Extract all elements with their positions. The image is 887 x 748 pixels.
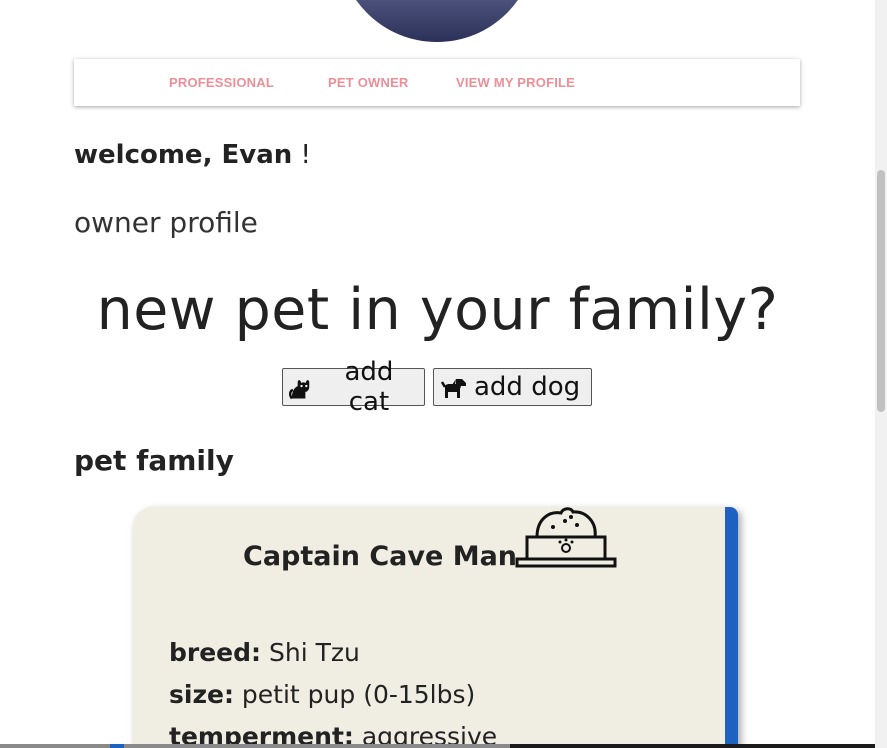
breed-value: Shi Tzu bbox=[261, 638, 360, 667]
add-dog-label: add dog bbox=[474, 372, 581, 402]
owner-profile-label: owner profile bbox=[74, 206, 258, 239]
welcome-message: welcome, Evan ! bbox=[74, 140, 311, 170]
pet-size-field: size: petit pup (0-15lbs) bbox=[169, 680, 475, 709]
taskbar-segment bbox=[0, 744, 510, 748]
pet-breed-field: breed: Shi Tzu bbox=[169, 638, 360, 667]
welcome-text: welcome, Evan bbox=[74, 140, 293, 170]
add-cat-label: add cat bbox=[344, 357, 394, 417]
nav-link-view-my-profile[interactable]: VIEW MY PROFILE bbox=[456, 75, 575, 90]
add-cat-button[interactable]: add cat bbox=[282, 357, 425, 417]
pet-family-heading: pet family bbox=[74, 444, 234, 477]
pet-name: Captain Cave Man bbox=[243, 541, 518, 572]
pet-bowl-icon bbox=[515, 507, 617, 568]
cat-icon bbox=[289, 380, 310, 400]
taskbar-active-indicator bbox=[110, 744, 124, 748]
page: PROFESSIONAL PET OWNER VIEW MY PROFILE w… bbox=[0, 0, 875, 748]
page-headline: new pet in your family? bbox=[96, 277, 779, 343]
size-label: size: bbox=[169, 680, 234, 709]
size-value: petit pup (0-15lbs) bbox=[233, 680, 476, 709]
nav-link-professional[interactable]: PROFESSIONAL bbox=[169, 75, 274, 90]
main-navbar: PROFESSIONAL PET OWNER VIEW MY PROFILE bbox=[74, 59, 800, 106]
scrollbar-thumb[interactable] bbox=[877, 170, 885, 412]
vertical-scrollbar[interactable] bbox=[875, 0, 887, 748]
dog-icon bbox=[440, 379, 466, 398]
taskbar-strip bbox=[0, 744, 875, 748]
add-dog-button[interactable]: add dog bbox=[433, 368, 592, 406]
profile-avatar bbox=[338, 0, 536, 42]
nav-link-pet-owner[interactable]: PET OWNER bbox=[328, 75, 409, 90]
pet-card[interactable]: Captain Cave Man breed: Shi Tzu size: pe… bbox=[133, 507, 738, 748]
welcome-suffix: ! bbox=[292, 140, 311, 170]
breed-label: breed: bbox=[169, 638, 262, 667]
